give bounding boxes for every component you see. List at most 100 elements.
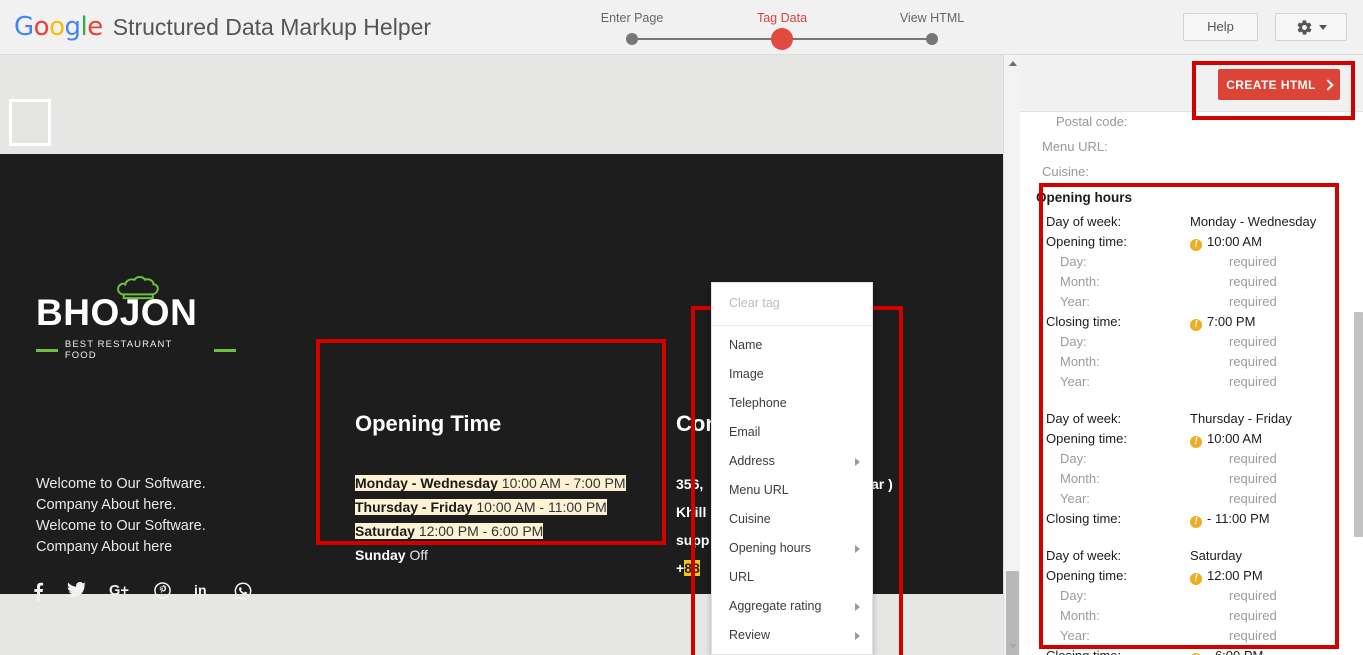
row-label: Month: [1060, 354, 1100, 369]
settings-button[interactable] [1275, 13, 1347, 41]
row-label: Year: [1060, 628, 1090, 643]
row-value: !10:00 AM [1190, 234, 1262, 251]
menu-item-address[interactable]: Address [712, 447, 872, 476]
opening-time-value: 10:00 AM - 7:00 PM [502, 475, 626, 491]
data-panel-scrollbar-thumb[interactable] [1354, 312, 1363, 537]
data-panel-body[interactable]: Postal code: Menu URL: Cuisine: Opening … [1020, 112, 1363, 655]
opening-time-list[interactable]: Monday - Wednesday 10:00 AM - 7:00 PM Th… [355, 472, 655, 568]
menu-item-name[interactable]: Name [712, 331, 872, 360]
menu-item-review[interactable]: Review [712, 621, 872, 650]
step-dot-tag-data[interactable] [771, 28, 793, 50]
row-value: required [1229, 374, 1277, 389]
row-label: Closing time: [1046, 648, 1121, 655]
menu-item-label: Opening hours [729, 541, 811, 555]
help-button[interactable]: Help [1183, 13, 1258, 41]
svg-text:in: in [194, 582, 207, 598]
opening-time-row[interactable]: Saturday 12:00 PM - 6:00 PM [355, 520, 655, 543]
menu-item-cuisine[interactable]: Cuisine [712, 505, 872, 534]
menu-item-aggregate-rating[interactable]: Aggregate rating [712, 592, 872, 621]
step-label-enter-page[interactable]: Enter Page [601, 11, 664, 25]
opening-time-day-text: Sunday [355, 547, 406, 563]
opening-hours-group-title: Opening hours [1020, 187, 1342, 213]
submenu-arrow-icon [855, 603, 860, 611]
row-closing-time[interactable]: Closing time: !- 6:00 PM [1020, 647, 1342, 655]
row-day-of-week[interactable]: Day of week: Saturday [1020, 547, 1342, 567]
google-logo-letter: o [34, 12, 49, 42]
menu-item-image[interactable]: Image [712, 360, 872, 389]
facebook-icon[interactable] [33, 582, 44, 606]
row-opening-time[interactable]: Opening time: !12:00 PM [1020, 567, 1342, 587]
row-value: required [1229, 628, 1277, 643]
linkedin-icon[interactable]: in [194, 582, 211, 606]
field-label: Menu URL: [1042, 139, 1108, 154]
row-closing-time[interactable]: Closing time: !7:00 PM [1020, 313, 1342, 333]
menu-item-menu-url[interactable]: Menu URL [712, 476, 872, 505]
opening-time-row[interactable]: Thursday - Friday 10:00 AM - 11:00 PM [355, 496, 655, 519]
row-value: !10:00 AM [1190, 431, 1262, 448]
step-dot-enter-page[interactable] [626, 33, 638, 45]
menu-item-email[interactable]: Email [712, 418, 872, 447]
about-blurb[interactable]: Welcome to Our Software. Company About h… [36, 474, 336, 558]
opening-hours-entry: Day of week: Thursday - Friday Opening t… [1020, 410, 1342, 530]
about-blurb-line: Company About here. [36, 495, 336, 516]
progress-stepper: Enter Page Tag Data View HTML [565, 8, 1005, 52]
row-month: Month: required [1020, 607, 1342, 627]
row-label: Day of week: [1046, 214, 1121, 229]
row-opening-time[interactable]: Opening time: !10:00 AM [1020, 233, 1342, 253]
row-closing-time[interactable]: Closing time: !- 11:00 PM [1020, 510, 1342, 530]
field-postal-code[interactable]: Postal code: [1020, 112, 1342, 137]
row-day-of-week[interactable]: Day of week: Monday - Wednesday [1020, 213, 1342, 233]
menu-item-telephone[interactable]: Telephone [712, 389, 872, 418]
site-logo: BHOJON BEST RESTAURANT FOOD [36, 294, 236, 361]
pinterest-icon[interactable] [154, 582, 171, 606]
row-day-of-week[interactable]: Day of week: Thursday - Friday [1020, 410, 1342, 430]
scroll-down-button[interactable] [1004, 638, 1021, 655]
row-label: Day of week: [1046, 548, 1121, 563]
row-value: required [1229, 451, 1277, 466]
row-value: required [1229, 491, 1277, 506]
row-value: required [1229, 334, 1277, 349]
opening-time-day[interactable]: Saturday 12:00 PM - 6:00 PM [355, 523, 543, 539]
opening-time-day[interactable]: Monday - Wednesday 10:00 AM - 7:00 PM [355, 475, 626, 491]
row-value: required [1229, 354, 1277, 369]
whatsapp-icon[interactable] [234, 582, 252, 606]
submenu-arrow-icon [855, 632, 860, 640]
google-logo-letter: g [65, 12, 81, 42]
row-label: Year: [1060, 491, 1090, 506]
step-dot-view-html[interactable] [926, 33, 938, 45]
google-logo-letter: e [87, 12, 103, 42]
row-label: Opening time: [1046, 568, 1127, 583]
google-plus-icon[interactable]: G+ [109, 582, 131, 606]
twitter-icon[interactable] [67, 582, 86, 606]
row-opening-time[interactable]: Opening time: !10:00 AM [1020, 430, 1342, 450]
menu-item-url[interactable]: URL [712, 563, 872, 592]
data-panel-header: CREATE HTML [1020, 55, 1363, 112]
scroll-up-button[interactable] [1004, 55, 1021, 72]
triangle-up-icon [1009, 61, 1017, 66]
row-value-text: - 11:00 PM [1207, 511, 1270, 526]
step-label-tag-data[interactable]: Tag Data [757, 11, 807, 25]
field-cuisine[interactable]: Cuisine: [1020, 162, 1342, 187]
row-label: Month: [1060, 471, 1100, 486]
create-html-button[interactable]: CREATE HTML [1218, 69, 1340, 100]
step-label-view-html[interactable]: View HTML [900, 11, 964, 25]
menu-item-opening-hours[interactable]: Opening hours [712, 534, 872, 563]
opening-time-row[interactable]: Sunday Off [355, 544, 655, 567]
google-logo-letter: G [14, 12, 34, 42]
row-label: Month: [1060, 608, 1100, 623]
warning-icon: ! [1190, 239, 1202, 251]
image-placeholder-box[interactable] [9, 99, 51, 146]
contact-phone-highlight[interactable]: 88 [684, 560, 700, 576]
tag-context-menu[interactable]: Clear tag Name Image Telephone Email Add… [711, 282, 873, 655]
row-year: Year: required [1020, 490, 1342, 510]
row-value: required [1229, 274, 1277, 289]
opening-time-day-text: Saturday [355, 523, 415, 539]
preview-scrollbar[interactable] [1003, 55, 1020, 655]
opening-time-value: 10:00 AM - 11:00 PM [476, 499, 606, 515]
about-blurb-line: Welcome to Our Software. [36, 516, 336, 537]
site-logo-tagline: BEST RESTAURANT FOOD [65, 339, 207, 361]
opening-time-row[interactable]: Monday - Wednesday 10:00 AM - 7:00 PM [355, 472, 655, 495]
opening-time-day[interactable]: Thursday - Friday 10:00 AM - 11:00 PM [355, 499, 607, 515]
submenu-arrow-icon [855, 545, 860, 553]
field-menu-url[interactable]: Menu URL: [1020, 137, 1342, 162]
